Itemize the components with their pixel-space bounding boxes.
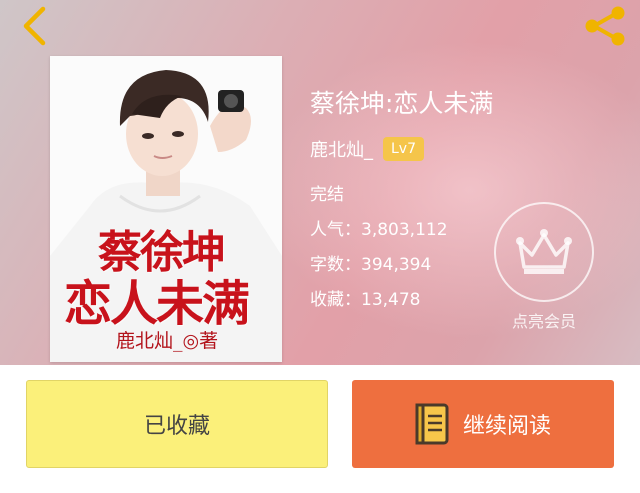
vip-label: 点亮会员 [511,312,576,331]
book-header: 蔡徐坤 恋人未满 鹿北灿_◎著 蔡徐坤:恋人未满 鹿北灿_ Lv7 完结 人气：… [0,0,640,365]
collected-button[interactable]: 已收藏 [26,380,328,468]
author-row: 鹿北灿_ Lv7 [310,136,424,162]
cover-title-line-2: 恋人未满 [64,276,250,332]
continue-reading-label: 继续阅读 [462,414,551,439]
book-popularity: 人气：3,803,112 [310,220,448,240]
chevron-left-icon [23,6,46,46]
author-level-badge: Lv7 [383,137,424,161]
continue-reading-button[interactable]: 继续阅读 [352,380,614,468]
book-word-count: 字数：394,394 [310,255,432,275]
book-status: 完结 [310,185,344,205]
share-icon [585,6,625,46]
book-icon [415,403,449,445]
vip-badge-circle [494,202,594,302]
crown-icon [516,229,572,274]
share-button[interactable] [580,4,630,48]
book-title: 蔡徐坤:恋人未满 [310,89,494,118]
back-button[interactable] [14,4,54,48]
cover-author-credit: 鹿北灿_◎著 [116,330,219,352]
book-favorites: 收藏：13,478 [310,290,421,310]
book-cover[interactable]: 蔡徐坤 恋人未满 鹿北灿_◎著 [50,56,282,362]
author-name[interactable]: 鹿北灿_ [310,136,373,162]
collected-label: 已收藏 [143,414,210,439]
vip-membership-button[interactable]: 点亮会员 [492,202,596,338]
